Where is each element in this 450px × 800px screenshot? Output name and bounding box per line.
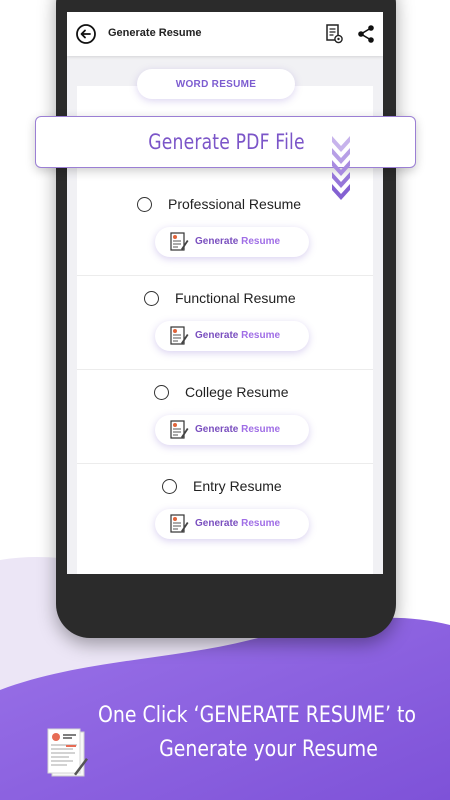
caption-line-1: One Click ‘GENERATE RESUME’ to: [98, 703, 417, 728]
list-item: Entry Resume Generate Resume: [77, 464, 373, 558]
tab-word-resume[interactable]: WORD RESUME: [137, 69, 295, 99]
caption-line-2: Generate your Resume: [159, 737, 378, 762]
share-icon[interactable]: [356, 24, 376, 44]
chevron-down-icon: [332, 136, 350, 200]
radio-professional[interactable]: [137, 197, 152, 212]
resume-edit-icon: [170, 232, 189, 251]
generate-resume-button[interactable]: Generate Resume: [155, 321, 309, 351]
option-label: Functional Resume: [175, 290, 296, 306]
resume-edit-icon: [170, 514, 189, 533]
button-label: Generate Resume: [195, 518, 281, 529]
document-settings-icon[interactable]: [325, 24, 343, 44]
generate-resume-button[interactable]: Generate Resume: [155, 509, 309, 539]
app-title: Generate Resume: [108, 27, 202, 39]
radio-functional[interactable]: [144, 291, 159, 306]
resume-edit-icon: [170, 420, 189, 439]
list-item: Functional Resume Generate Resume: [77, 276, 373, 370]
resume-edit-icon: [170, 326, 189, 345]
generate-pdf-banner: Generate PDF File: [35, 116, 416, 168]
option-label: College Resume: [185, 384, 289, 400]
button-label: Generate Resume: [195, 424, 281, 435]
option-label: Professional Resume: [168, 196, 302, 212]
phone-screen: Generate Resume Professional Resume Gene…: [67, 12, 383, 574]
app-bar: Generate Resume: [67, 12, 383, 56]
option-label: Entry Resume: [193, 478, 282, 494]
generate-resume-button[interactable]: Generate Resume: [155, 415, 309, 445]
button-label: Generate Resume: [195, 236, 281, 247]
radio-college[interactable]: [154, 385, 169, 400]
resume-document-icon: [47, 728, 88, 777]
radio-entry[interactable]: [162, 479, 177, 494]
list-item: Professional Resume Generate Resume: [77, 182, 373, 276]
list-item: College Resume Generate Resume: [77, 370, 373, 464]
generate-resume-button[interactable]: Generate Resume: [155, 227, 309, 257]
button-label: Generate Resume: [195, 330, 281, 341]
back-arrow-icon[interactable]: [75, 23, 97, 45]
